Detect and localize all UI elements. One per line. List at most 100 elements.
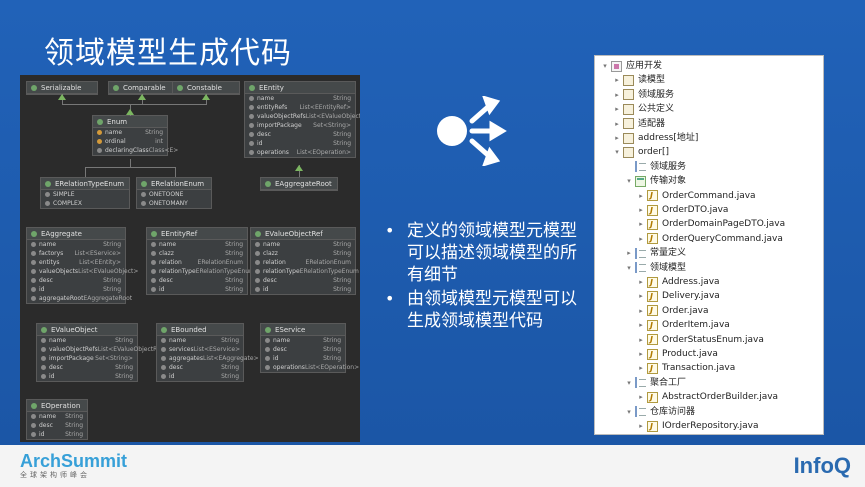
tree-node-label: 领域模型 [650,262,687,273]
uml-field: id String [37,372,137,381]
tree-node[interactable]: ▾ 领域模型 [625,261,686,275]
tree-node[interactable]: ▸ address[地址] [613,131,698,145]
expand-toggle-icon[interactable]: ▸ [637,217,645,231]
expand-toggle-icon[interactable]: ▸ [625,246,633,260]
java-icon [647,391,658,405]
uml-class-name: Constable [173,82,239,94]
expand-toggle-icon[interactable]: ▸ [613,73,621,87]
tree-node[interactable]: ▸ IOrderRepository.java [637,419,758,434]
tree-node[interactable]: ▸ OrderCommand.java [637,189,755,203]
lst-icon [635,247,646,259]
expand-toggle-icon[interactable]: ▸ [637,189,645,203]
uml-connector [85,167,176,168]
tree-node[interactable]: ▸ OrderItem.java [637,318,730,333]
uml-field: aggregateRoot EAggregateRoot [27,294,132,303]
tree-node[interactable]: ▸ Transaction.java [637,361,736,376]
inheritance-arrow-icon [138,94,146,100]
tree-node[interactable]: ▸ AbstractOrderBuilder.java [637,390,779,405]
expand-toggle-icon[interactable]: ▾ [613,145,621,159]
tree-node-label: order[] [638,147,670,158]
uml-class-name: EOperation [27,400,87,412]
uml-field: id String [27,430,87,439]
tree-node[interactable]: 领域服务 [625,160,686,174]
uml-field: name String [147,240,247,249]
tree-node[interactable]: ▸ OrderDTO.java [637,203,728,218]
uml-field: ordinal int [93,137,167,146]
uml-class-box: EAggregate name String factorys List<EServic… [26,227,138,304]
tree-node[interactable]: ▸ OrderStatusEnum.java [637,333,764,347]
uml-field: desc String [27,276,125,285]
expand-toggle-icon[interactable]: ▸ [637,347,645,361]
tree-node[interactable]: ▸ Product.java [637,347,718,362]
expand-toggle-icon[interactable]: ▾ [625,174,633,188]
expand-toggle-icon[interactable]: ▸ [613,117,621,131]
tree-node[interactable]: ▾ 传输对象 [625,174,686,188]
pkg-icon [623,74,634,86]
expand-toggle-icon[interactable]: ▸ [637,318,645,332]
uml-field: id String [27,285,125,294]
expand-toggle-icon[interactable]: ▸ [613,102,621,116]
uml-field: ONETOONE [137,190,211,199]
expand-toggle-icon[interactable]: ▸ [613,131,621,145]
expand-toggle-icon[interactable]: ▾ [625,376,633,390]
tree-node[interactable]: ▸ 公共定义 [613,102,674,116]
expand-toggle-icon[interactable]: ▸ [613,88,621,102]
tree-node[interactable]: ▾ 应用开发 [601,59,662,73]
tree-node[interactable]: ▾ 仓库访问器 [625,405,695,419]
uml-class-name: EService [261,324,345,336]
uml-class-name: EBounded [157,324,243,336]
tree-node[interactable]: ▸ 适配器 [613,117,665,131]
lst-icon [635,406,646,418]
tree-node[interactable]: ▸ Delivery.java [637,289,720,304]
infoq-text: InfoQ [793,453,851,478]
tree-node[interactable]: ▸ 常量定义 [625,246,686,260]
expand-toggle-icon[interactable]: ▸ [637,419,645,433]
tree-node-label: 应用开发 [626,61,663,71]
uml-field: name String [27,240,125,249]
java-icon [647,276,658,290]
tree-node-label: 常量定义 [650,248,687,259]
expand-toggle-icon[interactable]: ▸ [637,304,645,318]
tree-node-label: AbstractOrderBuilder.java [662,392,779,403]
broadcast-icon [434,95,514,167]
slide: 领域模型生成代码 Serializable Comparable Constable… [0,0,865,445]
expand-toggle-icon[interactable]: ▸ [637,275,645,289]
tree-node[interactable]: ▸ 领域服务 [613,88,674,102]
tree-node-label: 读模型 [638,75,666,86]
tree-node[interactable]: ▸ OrderDomainPageDTO.java [637,217,785,232]
uml-class-box: EEntity name String entityRefs List<EEntityR… [244,81,360,158]
expand-toggle-icon[interactable]: ▾ [601,59,609,73]
tree-node[interactable]: ▾ order[] [613,145,669,159]
lst-icon [635,377,646,389]
expand-toggle-icon[interactable]: ▸ [637,390,645,404]
uml-class-name: ERelationEnum [137,178,211,190]
pkg-icon [623,132,634,144]
tree-node[interactable]: ▸ OrderQueryCommand.java [637,232,783,246]
uml-field: COMPLEX [41,199,129,208]
uml-class-box: ERelationEnum ONETOONE ONETOMANY [136,177,212,209]
uml-field: clazz String [147,249,247,258]
bullet-list: 定义的领域模型元模型可以描述领域模型的所有细节 由领域模型元模型可以生成领域模型… [383,220,583,334]
tree-node-label: 适配器 [638,118,666,129]
tree-node[interactable]: ▸ Address.java [637,275,719,290]
expand-toggle-icon[interactable]: ▾ [625,261,633,275]
expand-toggle-icon[interactable]: ▸ [637,232,645,246]
tree-node-label: OrderQueryCommand.java [662,233,783,244]
uml-field: id String [245,139,355,148]
tree-node[interactable]: ▸ 读模型 [613,73,665,87]
tree-node-label: Transaction.java [662,363,736,374]
uml-field: id String [251,285,355,294]
bullet-item: 定义的领域模型元模型可以描述领域模型的所有细节 [383,220,583,286]
expand-toggle-icon[interactable]: ▸ [637,289,645,303]
tree-node[interactable]: ▾ 聚合工厂 [625,376,686,390]
expand-toggle-icon[interactable]: ▸ [637,361,645,375]
expand-toggle-icon[interactable]: ▸ [637,333,645,347]
expand-toggle-icon[interactable]: ▾ [625,405,633,419]
expand-toggle-icon[interactable]: ▸ [637,203,645,217]
pkg-icon [623,146,634,158]
tree-node[interactable]: ▸ Order.java [637,304,708,318]
tree-node-label: Delivery.java [662,291,720,302]
uml-field: valueObjectRefsList<EValueObjectRef> [37,345,168,354]
logo-text-b: Summit [61,451,128,471]
uml-field: relationType ERelationTypeEnum [147,267,255,276]
